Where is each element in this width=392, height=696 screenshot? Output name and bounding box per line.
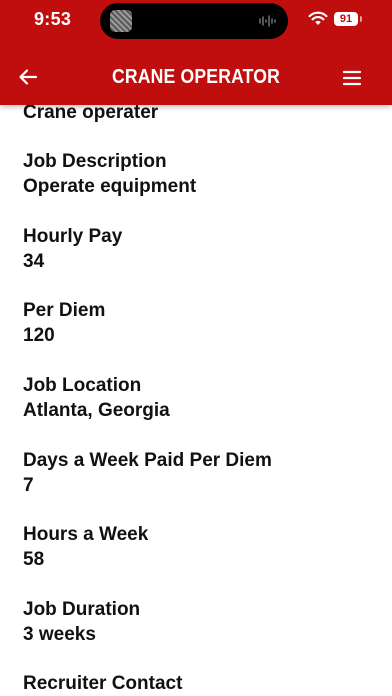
job-duration-field: Job Duration 3 weeks: [23, 597, 140, 647]
hourly-pay-field: Hourly Pay 34: [23, 224, 122, 274]
job-description-field: Job Description Operate equipment: [23, 149, 196, 199]
wifi-icon: [308, 11, 328, 25]
field-label: Hours a Week: [23, 524, 149, 545]
days-per-diem-field: Days a Week Paid Per Diem 7: [23, 448, 272, 498]
status-time: 9:53: [34, 9, 72, 29]
field-label: Days a Week Paid Per Diem: [23, 450, 272, 471]
field-label: Job Description: [23, 151, 167, 172]
battery-tip: [360, 16, 362, 22]
album-art-icon: [110, 10, 132, 32]
field-value: Atlanta, Georgia: [23, 400, 170, 421]
field-label: Recruiter Contact: [23, 673, 183, 694]
field-label: Per Diem: [23, 300, 106, 321]
hours-a-week-field: Hours a Week 58: [23, 522, 148, 572]
per-diem-field: Per Diem 120: [23, 298, 105, 348]
dynamic-island: [100, 3, 288, 39]
field-value: 3 weeks: [23, 624, 96, 645]
field-value: 7: [23, 475, 34, 496]
screen: Crane operater Job Description Operate e…: [0, 0, 392, 696]
battery-indicator: 91: [334, 12, 358, 26]
app-header: 9:53 91 CRANE OPERATOR: [0, 0, 392, 105]
field-value: 120: [23, 325, 55, 346]
field-label: Job Duration: [23, 599, 141, 620]
field-value: 58: [23, 549, 45, 570]
field-value: 34: [23, 251, 45, 272]
field-label: Job Location: [23, 375, 142, 396]
job-location-field: Job Location Atlanta, Georgia: [23, 373, 170, 423]
recruiter-contact-field: Recruiter Contact: [23, 671, 182, 696]
field-value: Operate equipment: [23, 176, 197, 197]
hamburger-menu-icon[interactable]: [342, 70, 362, 86]
page-title: CRANE OPERATOR: [111, 66, 281, 88]
field-label: Hourly Pay: [23, 226, 123, 247]
audio-waveform-icon: [259, 15, 276, 27]
